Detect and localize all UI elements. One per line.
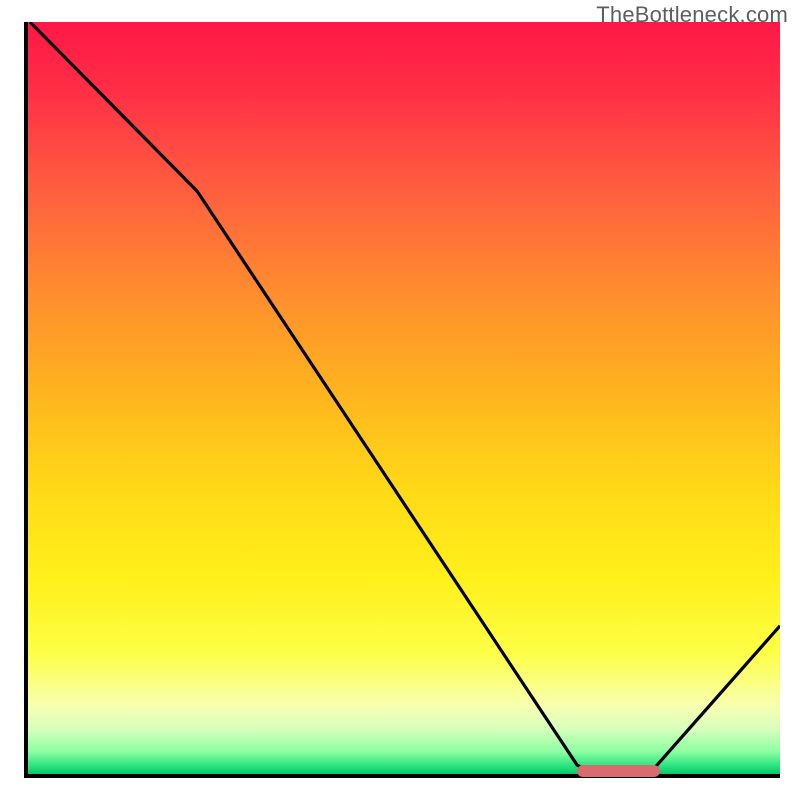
bottleneck-curve [28,22,780,774]
curve-path [30,22,780,770]
plot-area [24,22,780,778]
optimal-range-marker [577,765,660,777]
